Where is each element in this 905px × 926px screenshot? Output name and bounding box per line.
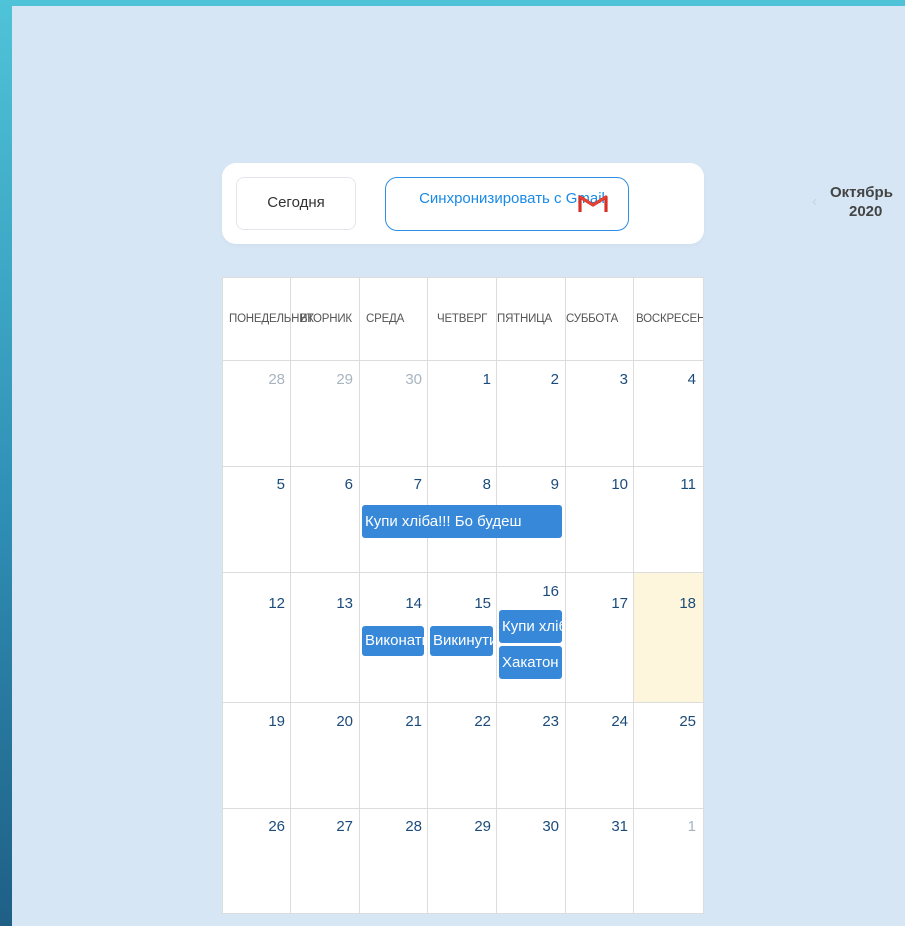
day-number[interactable]: 29 (323, 371, 353, 388)
day-number[interactable]: 22 (461, 713, 491, 730)
calendar-event[interactable]: Купи хліба!!! Бо будеш (362, 505, 562, 538)
grid-divider (633, 277, 634, 914)
weekday-header: СУББОТА (566, 313, 619, 325)
grid-divider (427, 277, 428, 914)
month-title: Октябрь (830, 184, 893, 201)
year-title: 2020 (849, 203, 883, 220)
weekday-header: ПЯТНИЦА (497, 313, 552, 325)
day-number[interactable]: 23 (529, 713, 559, 730)
weekday-header: ВОСКРЕСЕНЬЕ (636, 313, 703, 325)
grid-divider (290, 277, 291, 914)
day-number[interactable]: 24 (598, 713, 628, 730)
day-number[interactable]: 25 (666, 713, 696, 730)
day-number[interactable]: 2 (529, 371, 559, 388)
day-number[interactable]: 13 (323, 595, 353, 612)
day-number[interactable]: 31 (598, 818, 628, 835)
day-number[interactable]: 6 (323, 476, 353, 493)
day-number[interactable]: 15 (461, 595, 491, 612)
grid-divider (222, 466, 704, 467)
day-number[interactable]: 30 (392, 371, 422, 388)
grid-divider (222, 572, 704, 573)
gmail-icon (578, 195, 608, 212)
calendar-event[interactable]: Хакатон (499, 646, 562, 679)
grid-divider (222, 702, 704, 703)
day-number[interactable]: 1 (461, 371, 491, 388)
day-number[interactable]: 28 (392, 818, 422, 835)
grid-divider (359, 277, 360, 914)
weekday-header: СРЕДА (366, 313, 405, 325)
day-number[interactable]: 18 (666, 595, 696, 612)
grid-divider (496, 277, 497, 914)
weekday-header: ЧЕТВЕРГ (437, 313, 488, 325)
today-cell-highlight (634, 573, 703, 702)
day-number[interactable]: 8 (461, 476, 491, 493)
day-number[interactable]: 9 (529, 476, 559, 493)
day-number[interactable]: 12 (255, 595, 285, 612)
day-number[interactable]: 27 (323, 818, 353, 835)
day-number[interactable]: 1 (666, 818, 696, 835)
grid-divider (565, 277, 566, 914)
grid-divider (222, 808, 704, 809)
day-number[interactable]: 17 (598, 595, 628, 612)
day-number[interactable]: 14 (392, 595, 422, 612)
calendar-event[interactable]: Купи хліба (499, 610, 562, 643)
weekday-header: ВТОРНИК (300, 313, 352, 325)
day-number[interactable]: 16 (529, 583, 559, 600)
day-number[interactable]: 29 (461, 818, 491, 835)
day-number[interactable]: 4 (666, 371, 696, 388)
day-number[interactable]: 3 (598, 371, 628, 388)
grid-divider (222, 360, 704, 361)
calendar-event[interactable]: Виконати (362, 626, 424, 656)
today-button[interactable]: Сегодня (236, 177, 356, 230)
day-number[interactable]: 20 (323, 713, 353, 730)
day-number[interactable]: 30 (529, 818, 559, 835)
day-number[interactable]: 10 (598, 476, 628, 493)
calendar-event[interactable]: Викинути (430, 626, 493, 656)
chevron-left-icon[interactable]: ‹ (812, 193, 817, 211)
day-number[interactable]: 11 (666, 476, 696, 493)
day-number[interactable]: 19 (255, 713, 285, 730)
day-number[interactable]: 7 (392, 476, 422, 493)
day-number[interactable]: 26 (255, 818, 285, 835)
day-number[interactable]: 5 (255, 476, 285, 493)
day-number[interactable]: 28 (255, 371, 285, 388)
day-number[interactable]: 21 (392, 713, 422, 730)
